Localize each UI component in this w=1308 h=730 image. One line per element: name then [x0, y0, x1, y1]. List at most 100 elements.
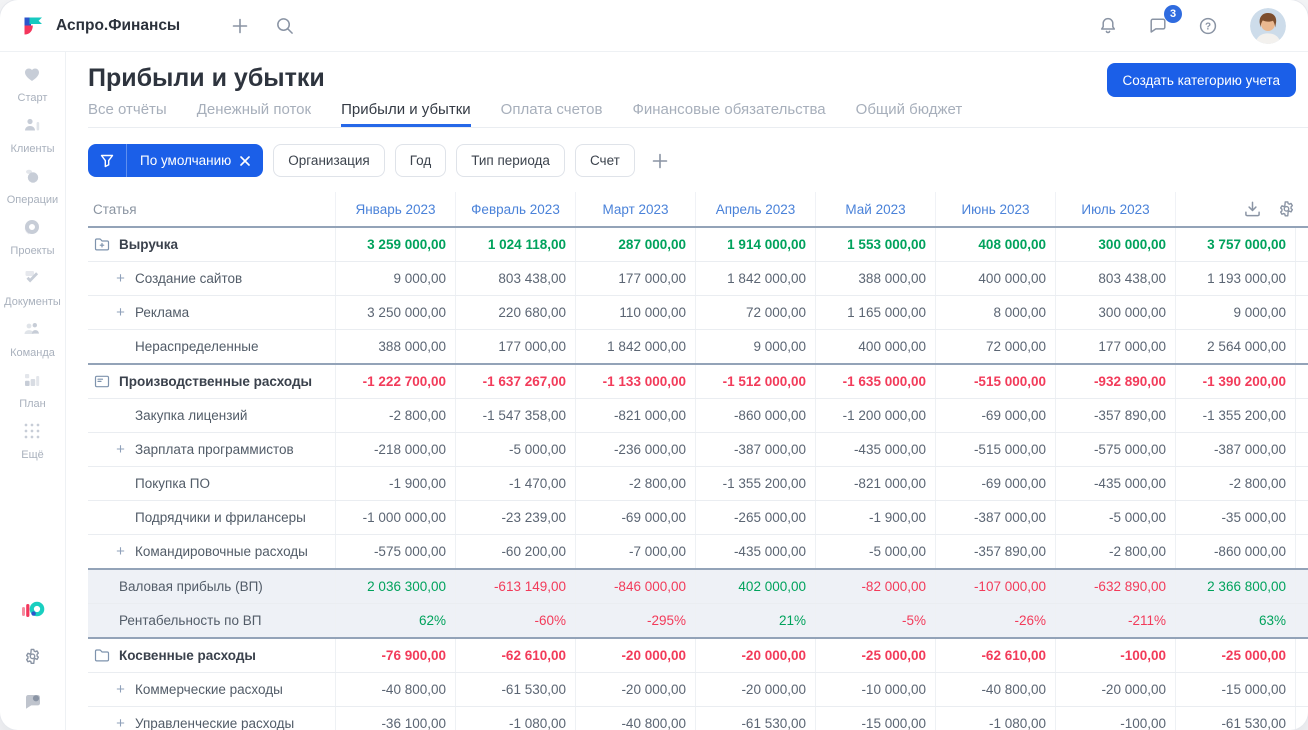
table-row[interactable]: + Управленческие расходы -36 100,00 -1 080,… — [88, 706, 1308, 730]
value-cell: -82 000,00 — [815, 570, 935, 603]
expand-icon[interactable]: + — [115, 441, 126, 458]
card-lines-icon[interactable] — [94, 374, 110, 389]
value-cell: 388 000,00 — [335, 330, 455, 363]
brand-logo-icon — [20, 13, 46, 39]
value-cell: -76 900,00 — [335, 639, 455, 672]
table-row[interactable]: + Командировочные расходы -575 000,00 -60 2… — [88, 534, 1308, 568]
sidebar-item-more[interactable]: Ещё — [4, 421, 61, 461]
table-settings-button[interactable] — [1278, 201, 1295, 218]
value-cell: -846 000,00 — [575, 570, 695, 603]
value-cell: 9 000,00 — [335, 262, 455, 295]
value-cell: -20 000,00 — [695, 639, 815, 672]
messages-button[interactable]: 3 — [1144, 4, 1182, 40]
value-cell: -1 390 200,00 — [1175, 365, 1295, 398]
table-row[interactable]: Производственные расходы -1 222 700,00 -1 … — [88, 363, 1308, 398]
remove-filter-icon[interactable] — [240, 155, 251, 166]
expand-icon[interactable]: + — [115, 715, 126, 730]
filter-default-chip[interactable]: По умолчанию — [88, 144, 264, 177]
sidebar-item-label: Старт — [17, 92, 48, 104]
table-row[interactable]: + Коммерческие расходы -40 800,00 -61 530,0… — [88, 672, 1308, 706]
sidebar-item-projects[interactable]: Проекты — [4, 217, 61, 257]
row-spacer-cell — [1295, 639, 1308, 672]
messages-badge: 3 — [1164, 4, 1182, 23]
clients-icon — [22, 115, 42, 140]
notifications-button[interactable] — [1094, 12, 1122, 40]
tab-cash-flow[interactable]: Денежный поток — [197, 101, 311, 127]
sidebar-item-start[interactable]: Старт — [4, 64, 61, 104]
month-column-header: Июль 2023 — [1055, 192, 1175, 226]
tab-general-budget[interactable]: Общий бюджет — [856, 101, 963, 127]
filter-chip-year[interactable]: Год — [394, 144, 447, 177]
value-cell: -1 133 000,00 — [575, 365, 695, 398]
add-filter-button[interactable] — [650, 151, 670, 171]
table-row[interactable]: Закупка лицензий -2 800,00 -1 547 358,00 -8… — [88, 398, 1308, 432]
value-cell: -435 000,00 — [1055, 467, 1175, 500]
value-cell: -1 080,00 — [455, 707, 575, 730]
filter-chip-organization[interactable]: Организация — [273, 144, 385, 177]
sidebar-item-team[interactable]: Команда — [4, 319, 61, 359]
row-label-cell: Покупка ПО — [88, 467, 335, 500]
value-cell: -107 000,00 — [935, 570, 1055, 603]
row-label-cell: Валовая прибыль (ВП) — [88, 570, 335, 603]
tab-profit-loss[interactable]: Прибыли и убытки — [341, 101, 471, 127]
value-cell: 300 000,00 — [1055, 296, 1175, 329]
value-cell: -435 000,00 — [695, 535, 815, 568]
row-spacer-cell — [1295, 262, 1308, 295]
row-label: Рентабельность по ВП — [119, 613, 262, 628]
sidebar-item-clients[interactable]: Клиенты — [4, 115, 61, 155]
sidebar-item-label: Операции — [6, 194, 59, 206]
filter-chip-period-type[interactable]: Тип периода — [456, 144, 565, 177]
table-header: Статья Январь 2023 Февраль 2023 Март 2023 А… — [88, 192, 1308, 226]
folder-plus-icon[interactable] — [94, 237, 110, 252]
create-category-button[interactable]: Создать категорию учета — [1106, 63, 1296, 97]
table-row[interactable]: + Реклама 3 250 000,00 220 680,00 110 000,00… — [88, 295, 1308, 329]
sidebar-item-documents[interactable]: Документы — [4, 268, 61, 308]
value-cell: -435 000,00 — [815, 433, 935, 466]
user-avatar[interactable] — [1250, 7, 1286, 44]
tab-all-reports[interactable]: Все отчёты — [88, 101, 167, 127]
value-cell: 8 000,00 — [935, 296, 1055, 329]
table-row[interactable]: Косвенные расходы -76 900,00 -62 610,00 -20… — [88, 637, 1308, 672]
expand-icon[interactable]: + — [115, 681, 126, 698]
report-tabs: Все отчёты Денежный поток Прибыли и убытки… — [88, 101, 1308, 128]
table-row[interactable]: Нераспределенные 388 000,00 177 000,00 1 84… — [88, 329, 1308, 363]
value-cell: -40 800,00 — [935, 673, 1055, 706]
value-cell: 110 000,00 — [575, 296, 695, 329]
value-cell: -69 000,00 — [935, 399, 1055, 432]
table-row[interactable]: Валовая прибыль (ВП) 2 036 300,00 -613 149… — [88, 568, 1308, 603]
quick-add-button[interactable] — [226, 12, 254, 40]
sidebar-item-operations[interactable]: Операции — [4, 166, 61, 206]
value-cell: -632 890,00 — [1055, 570, 1175, 603]
value-cell: 402 000,00 — [695, 570, 815, 603]
value-cell: 1 193 000,00 — [1175, 262, 1295, 295]
tab-bill-payment[interactable]: Оплата счетов — [501, 101, 603, 127]
filter-bar: По умолчанию Организация Год Тип периода Сч… — [88, 144, 1308, 177]
table-row[interactable]: + Создание сайтов 9 000,00 803 438,00 177 00… — [88, 261, 1308, 295]
search-button[interactable] — [270, 12, 298, 40]
sidebar-item-label: Ещё — [21, 449, 44, 461]
table-row[interactable]: Рентабельность по ВП 62% -60% -295% 21% -5% -2… — [88, 603, 1308, 637]
settings-button[interactable] — [21, 644, 45, 668]
table-row[interactable]: + Зарплата программистов -218 000,00 -5 000… — [88, 432, 1308, 466]
row-spacer-cell — [1295, 296, 1308, 329]
folder-icon[interactable] — [94, 648, 110, 663]
value-cell: -211% — [1055, 604, 1175, 637]
app-window: Аспро.Финансы 3 ? Старт Клиенты Операции Пр… — [0, 0, 1308, 730]
table-row[interactable]: Покупка ПО -1 900,00 -1 470,00 -2 800,00 -1 … — [88, 466, 1308, 500]
feedback-button[interactable] — [21, 690, 45, 714]
download-report-button[interactable] — [1244, 201, 1261, 218]
table-row[interactable]: Подрядчики и фрилансеры -1 000 000,00 -23 … — [88, 500, 1308, 534]
value-cell: -20 000,00 — [1055, 673, 1175, 706]
expand-icon[interactable]: + — [115, 304, 126, 321]
sidebar-item-plan[interactable]: План — [4, 370, 61, 410]
row-spacer-cell — [1295, 535, 1308, 568]
tab-financial-obligations[interactable]: Финансовые обязательства — [632, 101, 825, 127]
filter-chip-account[interactable]: Счет — [574, 144, 635, 177]
help-button[interactable]: ? — [1194, 12, 1222, 40]
row-label-cell: Нераспределенные — [88, 330, 335, 363]
value-cell: -357 890,00 — [1055, 399, 1175, 432]
table-row[interactable]: Выручка 3 259 000,00 1 024 118,00 287 000,0… — [88, 226, 1308, 261]
topbar: Аспро.Финансы 3 ? — [0, 0, 1308, 52]
expand-icon[interactable]: + — [115, 543, 126, 560]
expand-icon[interactable]: + — [115, 270, 126, 287]
